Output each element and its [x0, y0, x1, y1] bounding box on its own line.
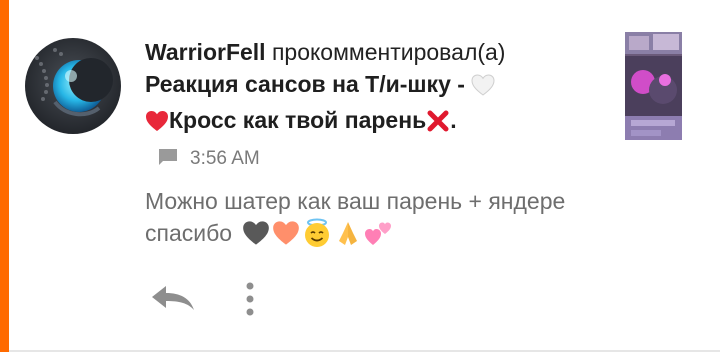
unread-accent-bar	[0, 0, 9, 352]
folded-hands-icon	[334, 219, 362, 255]
reply-icon	[152, 286, 194, 310]
avatar[interactable]	[25, 38, 121, 134]
black-heart-icon	[242, 220, 270, 254]
story-thumbnail[interactable]	[625, 32, 682, 140]
smiling-face-with-halo-icon	[302, 218, 332, 256]
more-options-button[interactable]	[238, 280, 262, 318]
red-heart-icon	[145, 108, 169, 140]
avatar-image	[25, 38, 121, 134]
timestamp: 3:56 AM	[190, 148, 260, 169]
cross-mark-icon	[426, 108, 450, 140]
story-title-part1: Реакция сансов на Т/и-шку -	[145, 71, 465, 97]
more-vertical-icon	[246, 282, 254, 316]
meta-row: 3:56 AM	[158, 146, 260, 172]
comment-icon	[158, 148, 178, 171]
story-title-end: .	[450, 107, 457, 133]
story-title[interactable]: Реакция сансов на Т/и-шку - Кросс как тв…	[145, 71, 495, 133]
username[interactable]: WarriorFell	[145, 39, 266, 65]
story-cover-image	[625, 32, 682, 140]
comment-emojis	[242, 218, 394, 256]
action-text: прокомментировал(а)	[271, 39, 506, 65]
orange-heart-icon	[272, 220, 300, 254]
white-heart-icon	[471, 72, 495, 104]
comment-text-block: Можно шатер как ваш парень + яндере спас…	[145, 185, 605, 256]
two-hearts-icon	[364, 219, 394, 255]
reply-button[interactable]	[148, 284, 198, 314]
story-title-part2: Кросс как твой парень	[169, 107, 427, 133]
notification-headline[interactable]: WarriorFell прокомментировал(а) Реакция …	[145, 36, 595, 140]
